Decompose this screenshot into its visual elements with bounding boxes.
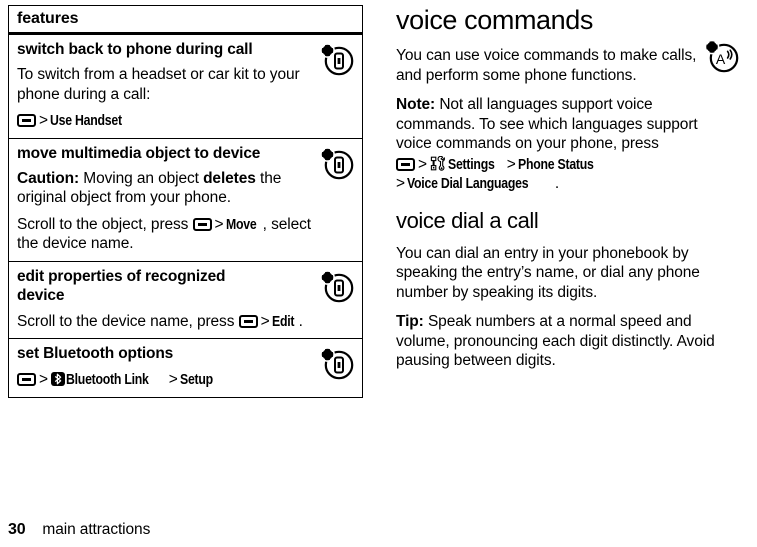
path-item: Voice Dial Languages — [406, 175, 529, 192]
tip-text: Speak numbers at a normal speed and volu… — [396, 313, 715, 369]
table-row: switch back to phone during call To swit… — [9, 35, 362, 139]
page-title: voice commands — [396, 5, 593, 35]
bluetooth-icon — [50, 372, 65, 386]
menu-key-icon — [238, 314, 258, 328]
note-text: Not all languages support voice commands… — [396, 96, 698, 152]
feature-title: switch back to phone during call — [17, 41, 253, 58]
intro-paragraph: You can use voice commands to make calls… — [396, 47, 697, 84]
bluetooth-device-icon — [320, 347, 354, 380]
voice-dial-paragraph: You can dial an entry in your phonebook … — [396, 244, 700, 301]
caution-text-a: Moving an object — [79, 169, 204, 187]
note-paragraph: Note: Not all languages support voice co… — [396, 95, 716, 154]
menu-key-icon — [17, 373, 36, 386]
feature-paragraph: To switch from a headset or car kit to y… — [17, 66, 300, 103]
feature-title: edit properties of recognized device — [17, 267, 226, 304]
section-title-voice-dial: voice dial a call — [396, 207, 539, 233]
path-item: Settings — [447, 155, 495, 173]
tip-paragraph: Tip: Speak numbers at a normal speed and… — [396, 312, 716, 371]
page-number: 30 — [8, 521, 26, 538]
voice-recognition-icon: A — [704, 39, 740, 73]
path-separator: > — [418, 155, 427, 173]
instruction-text-b: . — [298, 312, 303, 330]
path-item: Bluetooth Link — [65, 371, 149, 388]
instruction-paragraph: Scroll to the object, press > Move, selec… — [17, 215, 317, 254]
path-item: Use Handset — [49, 112, 122, 129]
instruction-text-a: Scroll to the device name, press — [17, 312, 239, 330]
feature-title: set Bluetooth options — [17, 345, 174, 362]
table-row: edit properties of recognized device Scr… — [9, 262, 362, 339]
features-table-header: features — [9, 6, 362, 35]
menu-key-icon — [192, 217, 212, 231]
tip-label: Tip: — [396, 313, 424, 330]
menu-path: > Bluetooth Link > Setup — [17, 370, 317, 390]
page-footer: 30 main attractions — [8, 521, 150, 539]
path-separator: > — [39, 371, 48, 388]
settings-tools-icon — [430, 155, 446, 171]
path-item: Setup — [179, 371, 213, 388]
note-label: Note: — [396, 96, 436, 113]
menu-key-icon — [396, 157, 415, 171]
instruction-text-a: Scroll to the object, press — [17, 215, 193, 233]
path-item: Edit — [271, 312, 295, 330]
svg-text:A: A — [716, 51, 726, 67]
features-table: features switch back to phone during cal… — [8, 5, 363, 398]
bluetooth-device-icon — [320, 43, 354, 76]
manual-page: features switch back to phone during cal… — [0, 0, 757, 547]
note-menu-path: > Settings > Phone Status > Voice Dial Langu… — [396, 155, 716, 194]
table-row: set Bluetooth options > Bluetooth Link > Se… — [9, 339, 362, 397]
path-item: Phone Status — [517, 155, 594, 173]
path-separator: > — [39, 112, 48, 129]
instruction-paragraph: Scroll to the device name, press > Edit. — [17, 312, 347, 332]
table-row: move multimedia object to device Caution… — [9, 139, 362, 262]
caution-bold: deletes — [203, 169, 256, 187]
right-content-column: voice commands You can use voice command… — [396, 0, 748, 371]
path-separator: > — [506, 155, 516, 173]
path-period: . — [554, 175, 560, 192]
bluetooth-device-icon — [320, 146, 354, 180]
caution-paragraph: Caution: Moving an object deletes the or… — [17, 169, 317, 208]
feature-content: edit properties of recognized device — [17, 267, 272, 305]
bluetooth-device-icon — [320, 269, 354, 303]
running-head: main attractions — [42, 521, 151, 538]
path-separator: > — [214, 215, 224, 233]
menu-key-icon — [17, 114, 36, 127]
menu-path: > Use Handset — [17, 111, 317, 131]
caution-label: Caution: — [17, 169, 80, 187]
path-separator: > — [260, 312, 270, 330]
feature-title: move multimedia object to device — [17, 144, 261, 162]
feature-content: set Bluetooth options > Bluetooth Link > Se… — [17, 344, 317, 390]
feature-content: switch back to phone during call To swit… — [17, 40, 317, 131]
path-separator: > — [396, 175, 405, 192]
feature-content: move multimedia object to device Caution… — [17, 144, 317, 254]
path-separator: > — [168, 371, 178, 388]
path-item: Move — [225, 215, 257, 233]
